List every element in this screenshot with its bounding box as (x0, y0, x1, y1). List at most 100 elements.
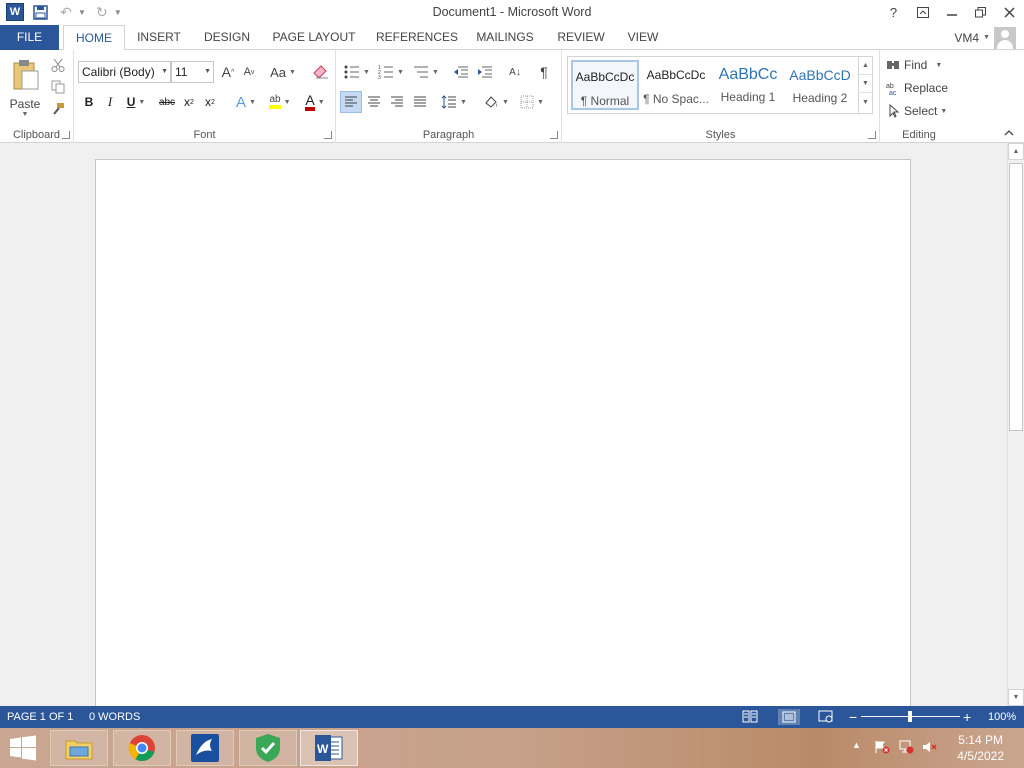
close-icon[interactable] (995, 0, 1024, 24)
taskbar-word[interactable]: W (300, 730, 358, 766)
align-center-icon[interactable] (363, 91, 385, 113)
clipboard-launcher-icon[interactable] (62, 131, 70, 139)
zoom-level[interactable]: 100% (988, 706, 1016, 728)
bold-button[interactable]: B (80, 92, 98, 112)
word-app-icon[interactable]: W (6, 3, 24, 21)
word-icon: W (315, 735, 343, 761)
italic-button[interactable]: I (101, 92, 119, 112)
taskbar-chrome[interactable] (113, 730, 171, 766)
justify-icon[interactable] (409, 91, 431, 113)
borders-button[interactable]: ▼ (516, 91, 548, 113)
tab-file[interactable]: FILE (0, 25, 59, 50)
show-formatting-marks-button[interactable]: ¶ (534, 62, 554, 82)
subscript-button[interactable]: x2 (180, 92, 198, 112)
save-icon[interactable] (30, 2, 50, 22)
strikethrough-button[interactable]: abc (156, 92, 178, 112)
numbering-button[interactable]: 1 2 3 ▼ (376, 62, 406, 82)
bullets-button[interactable]: ▼ (342, 62, 372, 82)
grow-font-button[interactable]: A ^ (218, 62, 238, 82)
undo-dropdown-icon[interactable]: ▼ (78, 8, 86, 17)
minimize-icon[interactable] (937, 0, 966, 24)
increase-indent-icon[interactable] (474, 62, 496, 82)
format-painter-icon[interactable] (48, 100, 68, 118)
volume-muted-icon[interactable] (922, 740, 938, 757)
help-button[interactable]: ? (879, 0, 908, 24)
scroll-down-icon[interactable]: ▼ (1008, 689, 1024, 706)
scroll-thumb[interactable] (1009, 163, 1023, 431)
cut-icon[interactable] (48, 56, 68, 74)
replace-button[interactable]: ab ac Replace (886, 78, 956, 98)
find-button[interactable]: Find ▼ (886, 55, 952, 75)
style-heading-1[interactable]: AaBbCc Heading 1 (714, 60, 782, 110)
shrink-font-button[interactable]: Av (239, 62, 259, 82)
change-case-button[interactable]: Aa ▼ (268, 62, 298, 82)
borders-dropdown-icon: ▼ (537, 98, 544, 106)
action-center-flag-icon[interactable] (874, 740, 890, 757)
decrease-indent-icon[interactable] (450, 62, 472, 82)
scroll-up-icon[interactable]: ▲ (1008, 143, 1024, 160)
customize-qat-icon[interactable]: ▼ (114, 8, 122, 17)
taskbar-file-explorer[interactable] (50, 730, 108, 766)
undo-icon[interactable]: ↶ (56, 2, 76, 22)
styles-scroll-up-icon[interactable]: ▲ (859, 57, 872, 75)
numbering-icon: 123 (378, 65, 394, 79)
clear-formatting-icon[interactable] (310, 62, 332, 82)
font-launcher-icon[interactable] (324, 131, 332, 139)
text-effects-button[interactable]: A ▼ (232, 92, 260, 112)
shading-button[interactable]: ▼ (480, 91, 512, 113)
shading-icon (485, 96, 498, 108)
font-name-combo[interactable]: Calibri (Body) ▼ (78, 61, 171, 83)
paragraph-launcher-icon[interactable] (550, 131, 558, 139)
tab-design[interactable]: DESIGN (200, 25, 254, 50)
restore-icon[interactable] (966, 0, 995, 24)
style-no-spacing[interactable]: AaBbCcDc ¶ No Spac... (642, 60, 710, 110)
taskbar-app-blue[interactable] (176, 730, 234, 766)
network-icon[interactable] (898, 740, 914, 757)
show-hidden-icons-icon[interactable]: ▲ (852, 740, 861, 750)
start-button[interactable] (0, 730, 46, 766)
underline-button[interactable]: U ▼ (122, 92, 150, 112)
font-color-button[interactable]: A ▼ (299, 92, 331, 112)
redo-icon[interactable]: ↻ (92, 2, 112, 22)
clipboard-group: Paste ▼ Clipboard (0, 50, 74, 143)
tab-view[interactable]: VIEW (624, 25, 662, 50)
taskbar-security-app[interactable] (239, 730, 297, 766)
read-mode-icon[interactable] (742, 710, 758, 727)
web-layout-icon[interactable] (818, 710, 834, 727)
highlight-button[interactable]: ab ▼ (264, 92, 296, 112)
vertical-scrollbar[interactable]: ▲ ▼ (1007, 143, 1024, 706)
tab-home[interactable]: HOME (63, 25, 125, 51)
tab-mailings[interactable]: MAILINGS (472, 25, 538, 50)
user-account[interactable]: VM4 ▼ (954, 25, 1016, 50)
zoom-in-icon[interactable]: + (963, 706, 971, 728)
page-count[interactable]: PAGE 1 OF 1 (7, 706, 73, 728)
multilevel-list-button[interactable]: ▼ (410, 62, 442, 82)
styles-scroll-down-icon[interactable]: ▼ (859, 75, 872, 93)
tab-review[interactable]: REVIEW (555, 25, 607, 50)
align-left-icon[interactable] (340, 91, 362, 113)
collapse-ribbon-icon[interactable] (1002, 126, 1016, 140)
styles-more-icon[interactable]: ▼ (859, 93, 872, 111)
style-normal[interactable]: AaBbCcDc ¶ Normal (571, 60, 639, 110)
font-size-combo[interactable]: 11 ▼ (171, 61, 214, 83)
copy-icon[interactable] (48, 78, 68, 96)
sort-button[interactable]: A↓ (504, 62, 526, 82)
document-page[interactable] (95, 159, 911, 719)
word-count[interactable]: 0 WORDS (89, 706, 140, 728)
zoom-out-icon[interactable]: − (849, 706, 857, 728)
system-clock[interactable]: 5:14 PM 4/5/2022 (957, 732, 1004, 764)
superscript-button[interactable]: x2 (201, 92, 219, 112)
tab-page-layout[interactable]: PAGE LAYOUT (270, 25, 358, 50)
paste-button[interactable]: Paste ▼ (6, 54, 44, 122)
style-heading-2[interactable]: AaBbCcD Heading 2 (786, 60, 854, 110)
tab-references[interactable]: REFERENCES (376, 25, 458, 50)
select-cursor-icon (889, 104, 900, 118)
zoom-slider-thumb[interactable] (908, 711, 912, 722)
select-button[interactable]: Select ▼ (886, 101, 956, 121)
styles-launcher-icon[interactable] (868, 131, 876, 139)
print-layout-icon[interactable] (778, 709, 800, 725)
tab-insert[interactable]: INSERT (133, 25, 185, 50)
line-spacing-button[interactable]: ▼ (438, 91, 470, 113)
ribbon-display-options-icon[interactable] (908, 0, 937, 24)
align-right-icon[interactable] (386, 91, 408, 113)
